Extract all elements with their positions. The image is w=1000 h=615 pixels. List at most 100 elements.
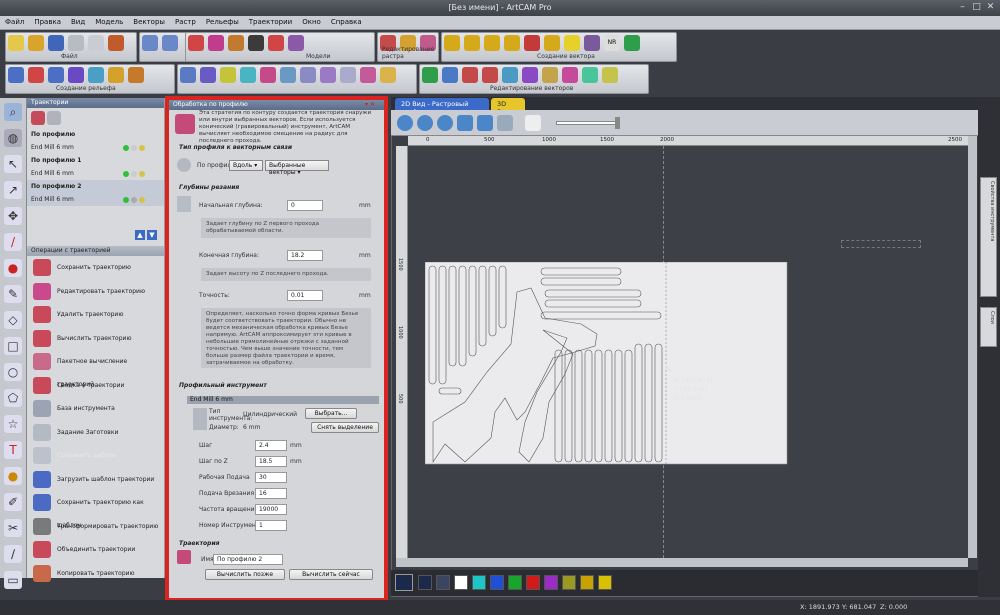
color-swatch[interactable]: [436, 575, 450, 590]
vector-wave-icon[interactable]: [462, 67, 478, 83]
vertical-scrollbar[interactable]: [968, 136, 977, 558]
smooth-relief-icon[interactable]: [180, 67, 196, 83]
stepover-input[interactable]: 2.4: [255, 440, 287, 451]
color-swatch[interactable]: [544, 575, 558, 590]
globe-icon[interactable]: ◍: [4, 129, 22, 147]
maximize-icon[interactable]: □: [970, 2, 983, 13]
star-vector-icon[interactable]: [504, 35, 520, 51]
copy-icon[interactable]: [88, 35, 104, 51]
tolerance-input[interactable]: 0.01: [287, 290, 323, 301]
color-swatch[interactable]: [508, 575, 522, 590]
calculate-now-button[interactable]: Вычислить сейчас: [289, 569, 373, 580]
toolpath-icon[interactable]: [31, 111, 45, 125]
material-setup-button[interactable]: Задание Заготовки: [27, 421, 164, 445]
camera-icon[interactable]: [248, 35, 264, 51]
paint-icon[interactable]: ●: [4, 259, 22, 277]
tool-number-input[interactable]: 1: [255, 520, 287, 531]
scissors-icon[interactable]: ✂: [4, 519, 22, 537]
color-swatch[interactable]: [418, 575, 432, 590]
arc-vector-icon[interactable]: [544, 35, 560, 51]
transform-icon[interactable]: ✥: [4, 207, 22, 225]
offset-vector-icon[interactable]: [584, 35, 600, 51]
undo-icon[interactable]: [142, 35, 158, 51]
menu-file[interactable]: Файл: [0, 16, 29, 28]
vector-align-icon[interactable]: [602, 67, 618, 83]
rectangle-vector-icon[interactable]: [464, 35, 480, 51]
menu-raster[interactable]: Растр: [170, 16, 201, 28]
menu-toolpaths[interactable]: Траектории: [244, 16, 297, 28]
move-up-icon[interactable]: ▲: [135, 230, 145, 240]
offset-relief-icon[interactable]: [320, 67, 336, 83]
vector-mirror-icon[interactable]: [562, 67, 578, 83]
menu-window[interactable]: Окно: [297, 16, 326, 28]
merge-toolpaths-button[interactable]: Объединить траектории: [27, 538, 164, 562]
open-file-icon[interactable]: [28, 35, 44, 51]
relief-shape-icon[interactable]: [8, 67, 24, 83]
polygon-tool-icon[interactable]: ⬠: [4, 389, 22, 407]
spindle-speed-input[interactable]: 19000: [255, 504, 287, 515]
plunge-rate-input[interactable]: 16: [255, 488, 287, 499]
fade-icon[interactable]: [240, 67, 256, 83]
toolpath-item[interactable]: По профилю: [27, 128, 164, 141]
zoom-box-icon[interactable]: [477, 115, 493, 131]
select-tool-button[interactable]: Выбрать...: [305, 408, 357, 419]
tilt-relief-icon[interactable]: [300, 67, 316, 83]
drawing-canvas[interactable]: ↖ X: 1891.9731 Y: 681.0467 Z: 0.0000: [408, 146, 968, 558]
menu-help[interactable]: Справка: [326, 16, 367, 28]
eyedropper-icon[interactable]: ✐: [4, 493, 22, 511]
paste-icon[interactable]: [108, 35, 124, 51]
pan-icon[interactable]: [497, 115, 513, 131]
zoom-in-icon[interactable]: [397, 115, 413, 131]
new-file-icon[interactable]: [8, 35, 24, 51]
menu-reliefs[interactable]: Рельефы: [201, 16, 244, 28]
toolpath-item-selected[interactable]: По профилю 2: [27, 180, 164, 193]
vector-nest-icon[interactable]: [582, 67, 598, 83]
circle-tool-icon[interactable]: ○: [4, 363, 22, 381]
toolpath-summary-button[interactable]: Сводка о траектории: [27, 374, 164, 398]
color-swatch[interactable]: [454, 575, 468, 590]
zoom-slider-thumb[interactable]: [615, 117, 620, 129]
lock-icon[interactable]: [139, 197, 145, 203]
sculpt-icon[interactable]: [200, 67, 216, 83]
vector-fillet-icon[interactable]: [542, 67, 558, 83]
text-tool-icon[interactable]: T: [4, 441, 22, 459]
rectangle-tool-icon[interactable]: □: [4, 337, 22, 355]
color-swatch[interactable]: [562, 575, 576, 590]
horizontal-scrollbar[interactable]: [396, 558, 968, 567]
end-depth-input[interactable]: 18.2: [287, 250, 323, 261]
save-icon[interactable]: [48, 35, 64, 51]
polyline-icon[interactable]: [444, 35, 460, 51]
eraser-icon[interactable]: ▭: [4, 571, 22, 589]
relief-sweep-icon[interactable]: [88, 67, 104, 83]
oval-vector-icon[interactable]: [564, 35, 580, 51]
copy-toolpath-button[interactable]: Копировать траекторию: [27, 562, 164, 586]
lock-icon[interactable]: [139, 171, 145, 177]
color-swatch[interactable]: [580, 575, 594, 590]
scale-relief-icon[interactable]: [280, 67, 296, 83]
zoom-icon[interactable]: ⌕: [4, 103, 22, 121]
import-model-icon[interactable]: [208, 35, 224, 51]
dome-icon[interactable]: [340, 67, 356, 83]
blend-icon[interactable]: [260, 67, 276, 83]
redo-icon[interactable]: [162, 35, 178, 51]
nr-icon[interactable]: NR: [604, 35, 620, 51]
vector-selection-select[interactable]: Выбранные векторы ▾: [265, 160, 329, 176]
vector-node-icon[interactable]: [422, 67, 438, 83]
edit-model-icon[interactable]: [188, 35, 204, 51]
relief-turn-icon[interactable]: [108, 67, 124, 83]
minimize-icon[interactable]: –: [956, 2, 969, 13]
stepdown-input[interactable]: 18.5: [255, 456, 287, 467]
vector-join-icon[interactable]: [442, 67, 458, 83]
menu-view[interactable]: Вид: [66, 16, 90, 28]
batch-calculate-button[interactable]: Пакетное вычисление траекторий: [27, 350, 164, 388]
grid-vector-icon[interactable]: [624, 35, 640, 51]
circle-vector-icon[interactable]: [484, 35, 500, 51]
close-icon[interactable]: ✕: [984, 2, 997, 13]
grayscale-icon[interactable]: [288, 35, 304, 51]
star-tool-icon[interactable]: ☆: [4, 415, 22, 433]
pen-icon[interactable]: /: [4, 233, 22, 251]
visible-icon[interactable]: [131, 145, 137, 151]
knife-icon[interactable]: ∕: [4, 545, 22, 563]
zoom-fit-icon[interactable]: [457, 115, 473, 131]
vector-weld-icon[interactable]: [502, 67, 518, 83]
